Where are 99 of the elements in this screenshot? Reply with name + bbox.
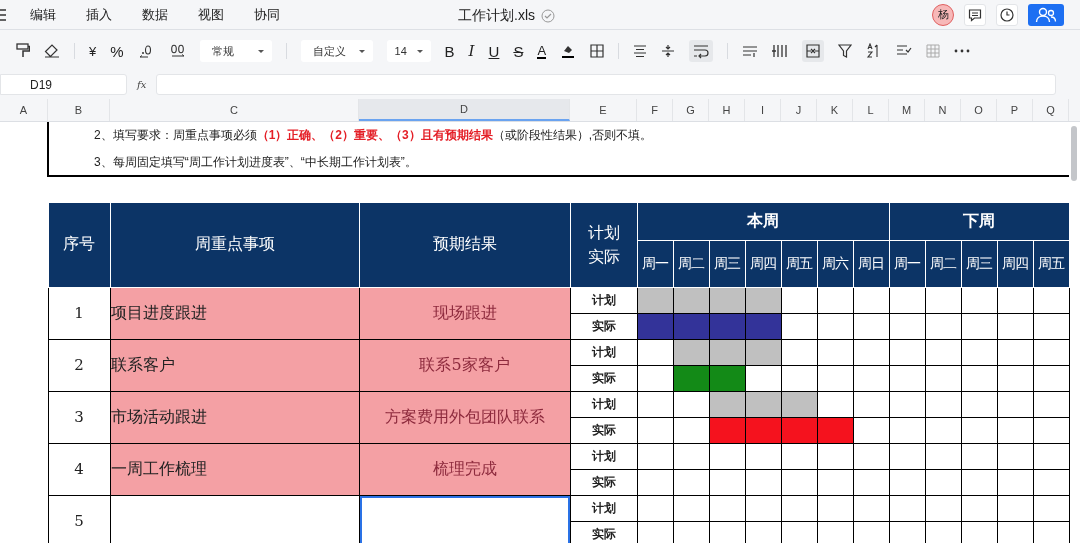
column-width-icon[interactable] [772,44,789,58]
header-cell: 周四 [745,240,781,287]
user-avatar[interactable]: 杨 [932,3,954,26]
strikethrough-button[interactable]: S [513,42,524,60]
header-cell: 周日 [853,240,889,287]
menu-item[interactable]: 视图 [198,5,224,24]
table-cell: 1 [48,287,110,339]
font-color-button[interactable]: A [537,43,547,59]
column-header[interactable]: M [889,99,925,121]
merge-cells-icon[interactable] [802,40,825,62]
table-cell: 市场活动跟进 [110,391,359,443]
borders-icon[interactable] [590,44,605,58]
column-header[interactable]: N [925,99,961,121]
table-cell: 2 [48,339,110,391]
column-header[interactable]: D [359,99,570,121]
menu-item[interactable]: 插入 [86,5,112,24]
table-cell: 实际 [570,313,637,339]
font-size-dropdown[interactable]: 14 [386,40,431,62]
menu-icon[interactable] [0,8,6,21]
column-header[interactable]: P [997,99,1033,121]
table-cell: 联系客户 [110,339,359,391]
table-cell: 计划 [570,443,637,469]
scrollbar[interactable] [1071,126,1077,181]
menu-item[interactable]: 编辑 [30,5,56,24]
column-header[interactable]: A [0,99,48,121]
column-header[interactable]: G [673,99,709,121]
header-cell: 计划实际 [570,202,637,287]
decrease-decimal-icon[interactable] [137,44,154,58]
header-cell: 预期结果 [359,202,570,287]
conditional-format-icon[interactable] [896,44,913,58]
table-cell[interactable]: 方案费用外包团队联系 [359,391,570,443]
table-cell: 5 [48,495,110,543]
currency-button[interactable]: ¥ [89,43,97,59]
table-cell: 一周工作梳理 [110,443,359,495]
collaborators-button[interactable] [1028,3,1064,26]
cell-name-box[interactable]: D19 [0,74,127,95]
header-cell: 周三 [961,240,997,287]
table-cell: 实际 [570,417,637,443]
header-cell: 周三 [709,240,745,287]
table-cell: 项目进度跟进 [110,287,359,339]
table-cell[interactable] [359,495,570,543]
header-cell: 周六 [817,240,853,287]
vertical-align-icon[interactable] [661,44,676,58]
table-cell: 4 [48,443,110,495]
column-header[interactable]: B [48,99,110,121]
underline-button[interactable]: U [488,42,500,60]
column-header[interactable]: J [781,99,817,121]
header-cell: 周四 [997,240,1033,287]
header-cell: 周一 [637,240,673,287]
header-cell: 周重点事项 [110,202,359,287]
column-header[interactable]: K [817,99,853,121]
formula-input[interactable] [156,74,1057,95]
filter-icon[interactable] [838,44,853,58]
note-text: 2、填写要求：周重点事项必须（1）正确、（2）重要、（3）且有预期结果（或阶段性结果）,否则不填。 [94,128,653,142]
column-header[interactable]: O [961,99,997,121]
paint-format-icon[interactable] [16,43,30,59]
number-format-dropdown[interactable]: 常规 [199,40,272,62]
header-cell: 周一 [889,240,925,287]
column-header[interactable]: F [637,99,673,121]
header-cell: 序号 [48,202,110,287]
text-direction-icon[interactable] [742,44,759,58]
font-dropdown[interactable]: 自定义 [300,40,373,62]
header-cell: 周五 [1033,240,1070,287]
align-center-icon[interactable] [633,44,648,58]
table-cell[interactable]: 联系5家客户 [359,339,570,391]
percent-button[interactable]: % [110,42,124,60]
column-header[interactable]: H [709,99,745,121]
wrap-text-icon[interactable] [689,40,714,62]
bold-button[interactable]: B [444,42,455,60]
header-cell: 本周 [637,202,889,240]
function-label: fx [137,79,147,90]
table-cell: 计划 [570,287,637,313]
table-cell: 计划 [570,495,637,521]
document-title: 工作计划.xls [458,7,535,25]
table-cell: 实际 [570,365,637,391]
table-cell[interactable]: 梳理完成 [359,443,570,495]
check-circle-icon [541,9,555,23]
table-cell: 计划 [570,339,637,365]
table-cell[interactable]: 现场跟进 [359,287,570,339]
header-cell: 下周 [889,202,1070,240]
note-text: 3、每周固定填写“周工作计划进度表”、“中长期工作计划表”。 [94,154,417,169]
more-icon[interactable] [954,49,971,53]
column-header[interactable]: L [853,99,889,121]
italic-button[interactable]: I [468,42,475,60]
header-cell: 周二 [925,240,961,287]
column-header[interactable]: Q [1033,99,1069,121]
table-cell: 实际 [570,469,637,495]
fill-color-icon[interactable] [560,43,577,59]
column-header[interactable]: I [745,99,781,121]
header-cell: 周二 [673,240,709,287]
table-cell: 计划 [570,391,637,417]
menu-item[interactable]: 数据 [142,5,168,24]
history-button[interactable] [996,3,1018,26]
header-cell: 周五 [781,240,817,287]
eraser-icon[interactable] [44,44,60,58]
comment-button[interactable] [964,3,986,26]
column-header[interactable]: E [570,99,637,121]
menu-item[interactable]: 协同 [254,5,280,24]
table-cell: 3 [48,391,110,443]
